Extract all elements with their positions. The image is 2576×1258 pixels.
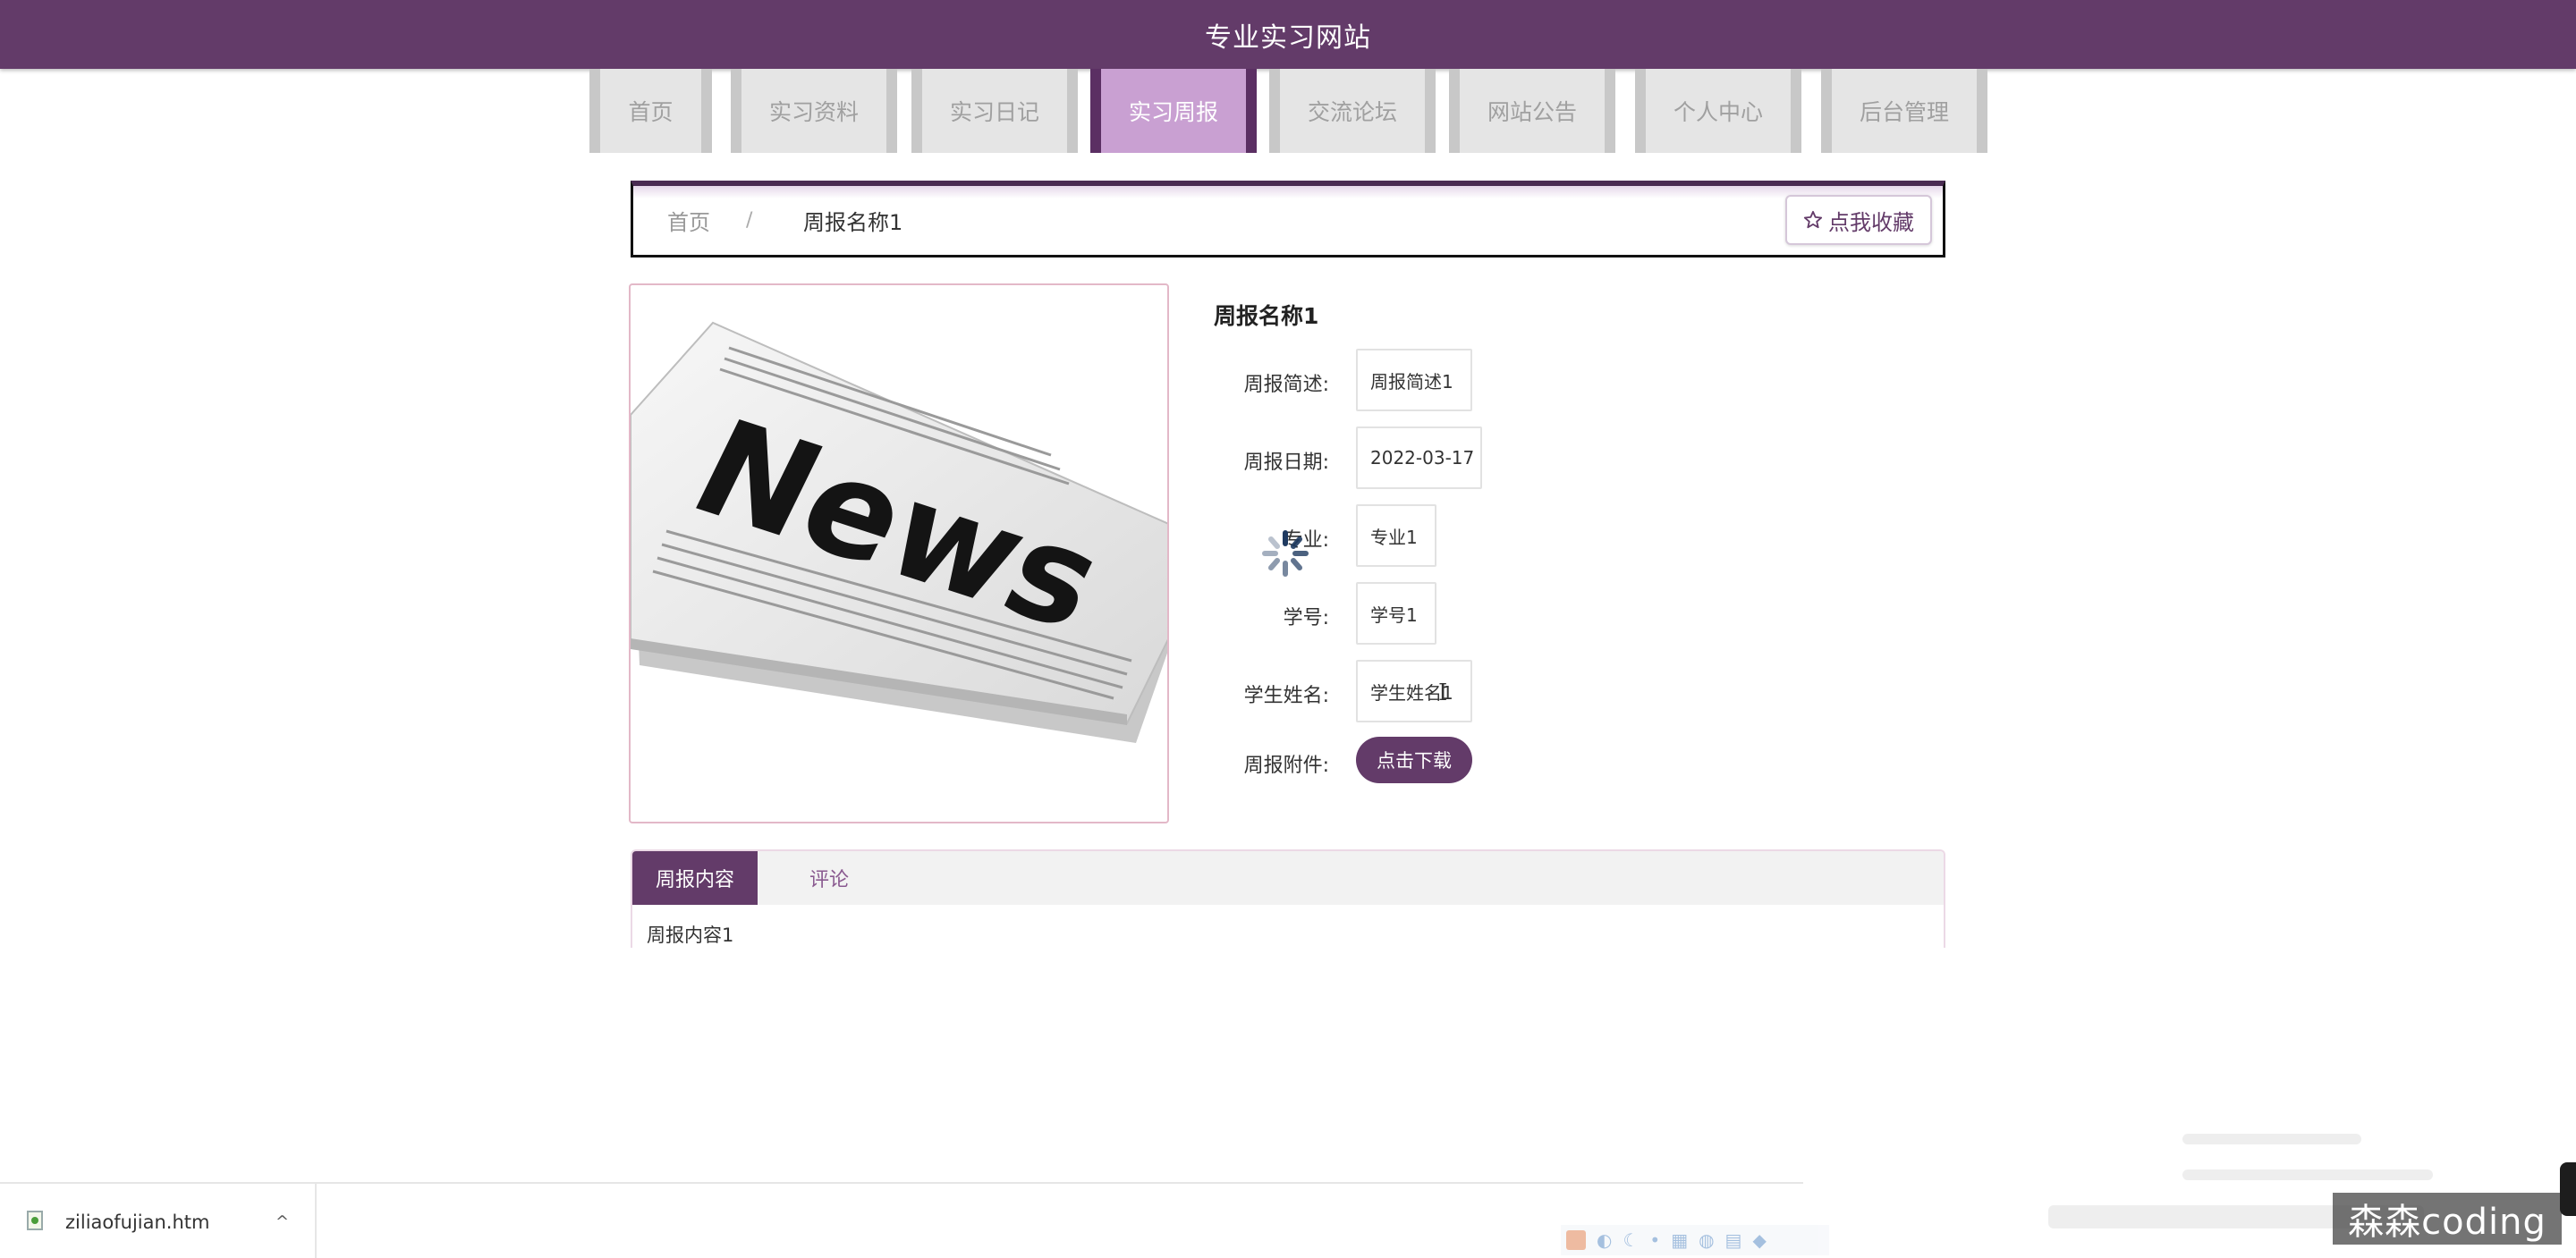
favorite-button[interactable]: 点我收藏 [1785, 195, 1932, 245]
faint-line [2182, 1134, 2361, 1144]
site-header: 专业实习网站 [0, 0, 2576, 69]
major-field: 专业1 [1356, 504, 1436, 567]
download-file-name: ziliaofujian.htm [65, 1211, 210, 1233]
loading-spinner-icon [1262, 530, 1309, 577]
ime-keyboard-icon: ▦ [1671, 1229, 1689, 1251]
date-label: 周报日期: [1243, 452, 1329, 474]
nav-item-home[interactable]: 首页 [589, 69, 712, 153]
report-image: News [629, 283, 1169, 823]
breadcrumb: 首页 / 周报名称1 点我收藏 [631, 181, 1945, 258]
download-button[interactable]: 点击下载 [1356, 737, 1472, 783]
date-field: 2022-03-17 [1356, 426, 1482, 489]
edge-tab [2560, 1162, 2576, 1216]
content-tabs: 周报内容 评论 周报内容1 [631, 849, 1945, 948]
watermark: 森森coding [2333, 1193, 2562, 1245]
ime-toolbar: ◐ ☾ • ▦ ◍ ▤ ◆ [1561, 1225, 1829, 1255]
nav-item-admin[interactable]: 后台管理 [1821, 69, 1987, 153]
breadcrumb-home-link[interactable]: 首页 [667, 205, 710, 236]
star-outline-icon [1803, 210, 1823, 229]
ime-user-icon: ◍ [1699, 1229, 1715, 1251]
favorite-button-label: 点我收藏 [1828, 209, 1914, 235]
nav-item-forum[interactable]: 交流论坛 [1269, 69, 1436, 153]
ime-shirt-icon: ◆ [1752, 1229, 1767, 1251]
nav-item-diary[interactable]: 实习日记 [911, 69, 1078, 153]
html-file-icon [27, 1211, 43, 1230]
nav-item-announcements[interactable]: 网站公告 [1449, 69, 1615, 153]
ime-logo-icon [1566, 1230, 1586, 1250]
student-id-field: 学号1 [1356, 582, 1436, 645]
nav-item-weekly-report[interactable]: 实习周报 [1090, 69, 1257, 153]
faint-line [2182, 1169, 2433, 1180]
nav-item-materials[interactable]: 实习资料 [731, 69, 897, 153]
summary-field: 周报简述1 [1356, 349, 1472, 411]
nav-item-personal-center[interactable]: 个人中心 [1635, 69, 1801, 153]
student-name-label: 学生姓名: [1243, 685, 1329, 707]
tab-strip: 周报内容 评论 [632, 851, 1944, 905]
ime-grid-icon: ▤ [1724, 1229, 1742, 1251]
tab-report-content[interactable]: 周报内容 [632, 851, 758, 905]
report-content-text: 周报内容1 [647, 925, 734, 946]
newspaper-image: News [631, 321, 1167, 743]
site-title: 专业实习网站 [1205, 21, 1371, 54]
attachment-label: 周报附件: [1243, 755, 1329, 777]
download-shelf: ziliaofujian.htm ^ [0, 1182, 1803, 1258]
summary-label: 周报简述: [1243, 374, 1329, 396]
download-item[interactable]: ziliaofujian.htm ^ [0, 1184, 317, 1258]
text-cursor-icon: I [1438, 680, 1448, 706]
chevron-up-icon[interactable]: ^ [275, 1212, 289, 1231]
student-id-label: 学号: [1283, 607, 1329, 629]
student-name-field: 学生姓名1 [1356, 660, 1472, 722]
breadcrumb-current: 周报名称1 [803, 210, 903, 235]
ime-moon-icon: ☾ [1623, 1229, 1640, 1251]
tab-comments[interactable]: 评论 [758, 851, 901, 905]
report-title: 周报名称1 [1214, 303, 1319, 329]
ime-mode-icon: ◐ [1597, 1229, 1613, 1251]
ime-punct-icon: • [1649, 1229, 1661, 1251]
breadcrumb-separator: / [746, 209, 753, 232]
